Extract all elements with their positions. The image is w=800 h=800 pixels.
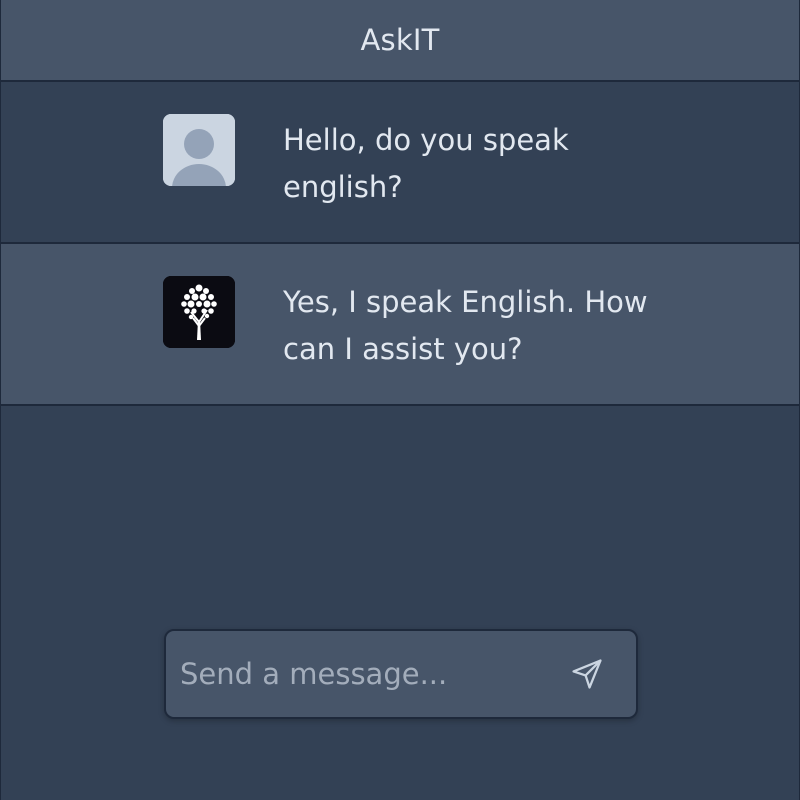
message-input[interactable] — [180, 631, 550, 717]
message-row-user: Hello, do you speak english? — [1, 82, 799, 244]
send-icon — [572, 659, 602, 689]
app-header: AskIT — [1, 0, 799, 82]
user-message-text: Hello, do you speak english? — [283, 123, 569, 204]
chat-app: AskIT Hello, do you speak english? Yes, … — [0, 0, 800, 800]
app-title: AskIT — [360, 23, 440, 57]
message-composer — [164, 629, 638, 719]
send-button[interactable] — [566, 653, 608, 695]
message-row-assistant: Yes, I speak English. How can I assist y… — [1, 244, 799, 406]
tree-logo-icon — [163, 276, 235, 348]
user-avatar-icon — [163, 114, 235, 186]
assistant-message-text: Yes, I speak English. How can I assist y… — [283, 285, 648, 366]
